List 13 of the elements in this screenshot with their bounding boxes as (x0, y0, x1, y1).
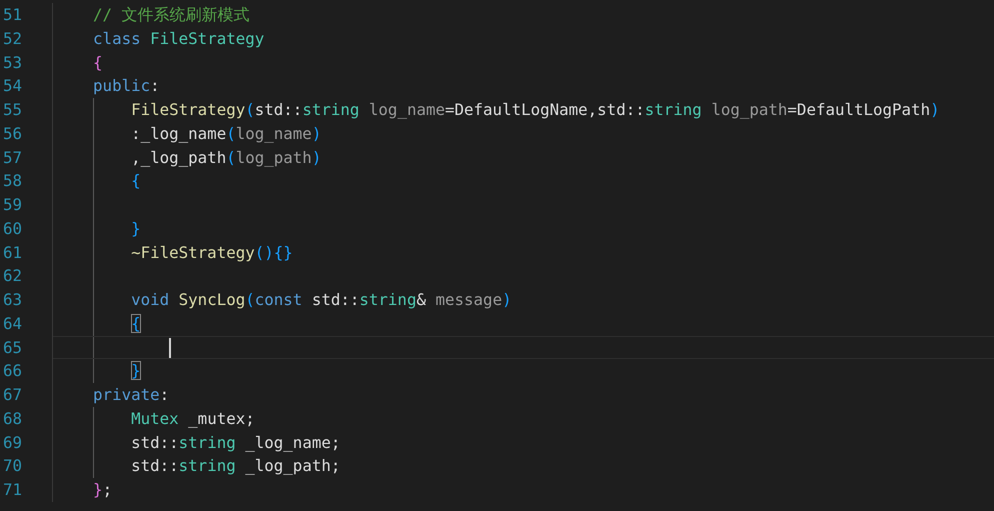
code-line[interactable]: { (53, 50, 994, 74)
text-cursor (169, 338, 172, 358)
line-number: 71 (0, 478, 53, 502)
code-line[interactable]: }; (53, 478, 994, 502)
code-line[interactable]: // 文件系统刷新模式 (53, 3, 994, 27)
code-line[interactable]: public: (53, 74, 994, 98)
line-number: 53 (0, 50, 53, 74)
line-number: 67 (0, 383, 53, 407)
line-number: 52 (0, 26, 53, 50)
code-line[interactable]: private: (53, 383, 994, 407)
code-line[interactable]: class FileStrategy (53, 26, 994, 50)
line-number: 51 (0, 3, 53, 27)
line-number: 54 (0, 74, 53, 98)
